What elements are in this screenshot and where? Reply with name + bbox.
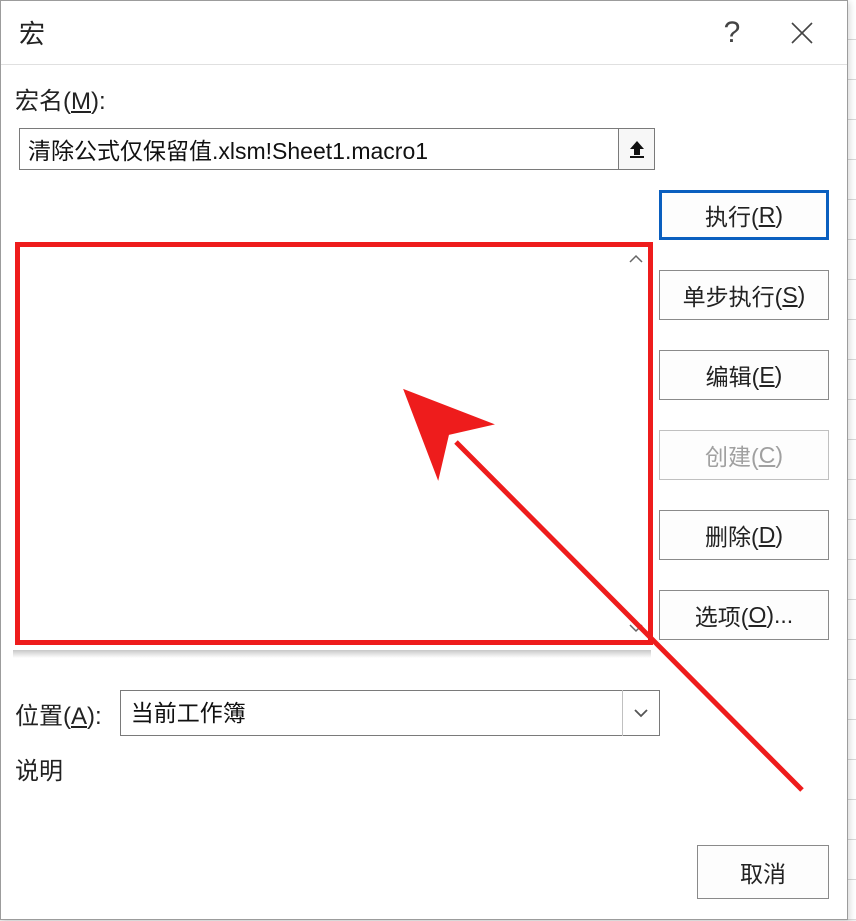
- run-button[interactable]: 执行(R): [659, 190, 829, 240]
- macro-dialog: 宏 ? 宏名(M):: [0, 0, 848, 920]
- location-select[interactable]: 当前工作簿: [120, 690, 660, 736]
- step-into-button[interactable]: 单步执行(S): [659, 270, 829, 320]
- macro-listbox[interactable]: [15, 242, 653, 645]
- close-button[interactable]: [767, 5, 837, 61]
- location-select-wrap: 当前工作簿: [120, 690, 660, 736]
- delete-button[interactable]: 删除(D): [659, 510, 829, 560]
- macro-name-row: [19, 128, 829, 170]
- dialog-body: 宏名(M): 执行(R) 单步执行(: [1, 65, 847, 921]
- cancel-button[interactable]: 取消: [697, 845, 829, 899]
- cancel-wrap: 取消: [697, 845, 829, 899]
- arrow-up-icon: [628, 139, 646, 159]
- scroll-down-icon[interactable]: [626, 618, 646, 638]
- close-icon: [789, 20, 815, 46]
- listbox-shadow: [13, 650, 651, 658]
- scroll-up-icon[interactable]: [626, 249, 646, 269]
- macro-name-label: 宏名(M):: [15, 81, 829, 116]
- dialog-title: 宏: [19, 14, 45, 51]
- titlebar: 宏 ?: [1, 1, 847, 65]
- location-label: 位置(A):: [15, 696, 102, 731]
- edit-button[interactable]: 编辑(E): [659, 350, 829, 400]
- help-button[interactable]: ?: [697, 5, 767, 61]
- description-label: 说明: [15, 751, 63, 786]
- action-sidebar: 执行(R) 单步执行(S) 编辑(E) 创建(C) 删除(D) 选项(O)...: [659, 190, 829, 640]
- create-button: 创建(C): [659, 430, 829, 480]
- macro-name-input[interactable]: [19, 128, 619, 170]
- collapse-dialog-button[interactable]: [619, 128, 655, 170]
- options-button[interactable]: 选项(O)...: [659, 590, 829, 640]
- location-row: 位置(A): 当前工作簿: [15, 690, 660, 736]
